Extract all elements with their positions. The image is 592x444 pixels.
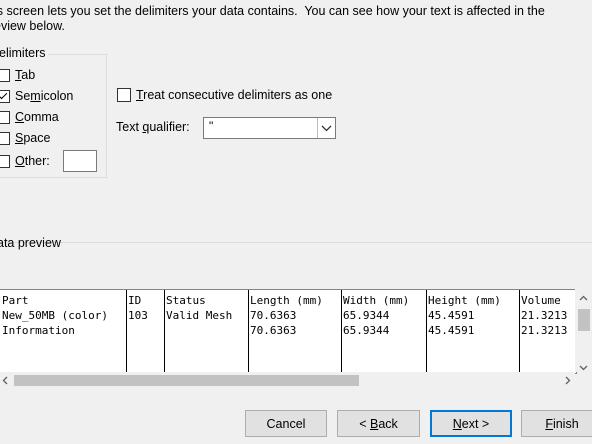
vertical-scroll-thumb[interactable] <box>578 309 590 331</box>
comma-checkbox-label: Comma <box>15 110 59 124</box>
consecutive-delimiters-box[interactable] <box>117 88 131 102</box>
preview-cell: 21.3213 <box>521 324 568 337</box>
cancel-button[interactable]: Cancel <box>245 410 327 437</box>
text-qualifier-value: " <box>209 119 214 133</box>
instructions-line-1: is screen lets you set the delimiters yo… <box>0 4 545 18</box>
vertical-scrollbar[interactable] <box>575 289 592 372</box>
preview-column[interactable]: Width (mm) 65.9344 65.9344 <box>341 290 427 373</box>
data-preview-label: ata preview <box>0 236 61 250</box>
preview-column[interactable]: Part New_50MB (color) Information <box>0 290 127 373</box>
preview-cell: Status <box>166 294 206 307</box>
comma-checkbox[interactable]: Comma <box>0 109 59 125</box>
instructions-line-2: eview below. <box>0 19 65 33</box>
horizontal-scrollbar[interactable] <box>0 372 575 389</box>
data-preview-separator <box>0 242 592 243</box>
preview-cell: New_50MB (color) <box>2 309 108 322</box>
preview-column[interactable]: Volume 21.3213 21.3213 <box>519 290 576 373</box>
preview-cell: Volume <box>521 294 561 307</box>
consecutive-delimiters-checkbox[interactable]: Treat consecutive delimiters as one <box>117 87 332 103</box>
preview-cell: Height (mm) <box>428 294 501 307</box>
semicolon-checkbox-label: Semicolon <box>15 89 74 103</box>
preview-cell: ID <box>128 294 142 307</box>
text-qualifier-select[interactable]: " <box>203 117 336 139</box>
other-checkbox[interactable]: Other: <box>0 153 50 169</box>
next-button[interactable]: Next > <box>430 410 512 437</box>
space-checkbox-box[interactable] <box>0 131 10 145</box>
horizontal-scroll-thumb[interactable] <box>14 375 359 386</box>
preview-cell: Width (mm) <box>343 294 410 307</box>
preview-cell: 45.4591 <box>428 324 475 337</box>
delimiters-group-label: elimiters <box>0 46 48 60</box>
preview-cell: Part <box>2 294 29 307</box>
chevron-up-icon[interactable] <box>579 291 588 303</box>
space-checkbox-label: Space <box>15 131 51 145</box>
space-checkbox[interactable]: Space <box>0 130 50 146</box>
tab-checkbox-box[interactable] <box>0 68 10 82</box>
preview-cell: 103 <box>128 309 148 322</box>
chevron-right-icon[interactable] <box>565 375 571 387</box>
chevron-left-icon[interactable] <box>2 375 8 387</box>
preview-cell: Length (mm) <box>250 294 323 307</box>
preview-column[interactable]: Height (mm) 45.4591 45.4591 <box>426 290 520 373</box>
preview-column[interactable]: ID 103 <box>126 290 165 373</box>
back-button[interactable]: < Back <box>337 410 420 437</box>
preview-cell: 65.9344 <box>343 324 390 337</box>
other-delimiter-input[interactable] <box>63 150 97 172</box>
chevron-down-icon[interactable] <box>317 118 335 138</box>
preview-cell: Valid Mesh <box>166 309 233 322</box>
preview-cell: 70.6363 <box>250 309 297 322</box>
semicolon-checkbox-box[interactable] <box>0 89 10 103</box>
preview-cell: 65.9344 <box>343 309 390 322</box>
consecutive-delimiters-label: Treat consecutive delimiters as one <box>136 88 333 102</box>
semicolon-checkbox[interactable]: Semicolon <box>0 88 73 104</box>
preview-cell: 21.3213 <box>521 309 568 322</box>
comma-checkbox-box[interactable] <box>0 110 10 124</box>
instructions-text: is screen lets you set the delimiters yo… <box>0 4 584 34</box>
preview-cell: 70.6363 <box>250 324 297 337</box>
other-checkbox-label: Other: <box>15 154 50 168</box>
preview-column[interactable]: Length (mm) 70.6363 70.6363 <box>248 290 342 373</box>
preview-cell: 45.4591 <box>428 309 475 322</box>
preview-column[interactable]: Status Valid Mesh <box>164 290 249 373</box>
preview-cell: Information <box>2 324 75 337</box>
tab-checkbox-label: Tab <box>15 68 36 82</box>
tab-checkbox[interactable]: Tab <box>0 67 35 83</box>
text-qualifier-label: Text qualifier: <box>116 120 190 134</box>
data-preview-grid[interactable]: Part New_50MB (color) Information ID 103 Stat… <box>0 289 577 374</box>
other-checkbox-box[interactable] <box>0 154 10 168</box>
finish-button[interactable]: Finish <box>521 410 592 437</box>
chevron-down-icon[interactable] <box>579 361 588 373</box>
